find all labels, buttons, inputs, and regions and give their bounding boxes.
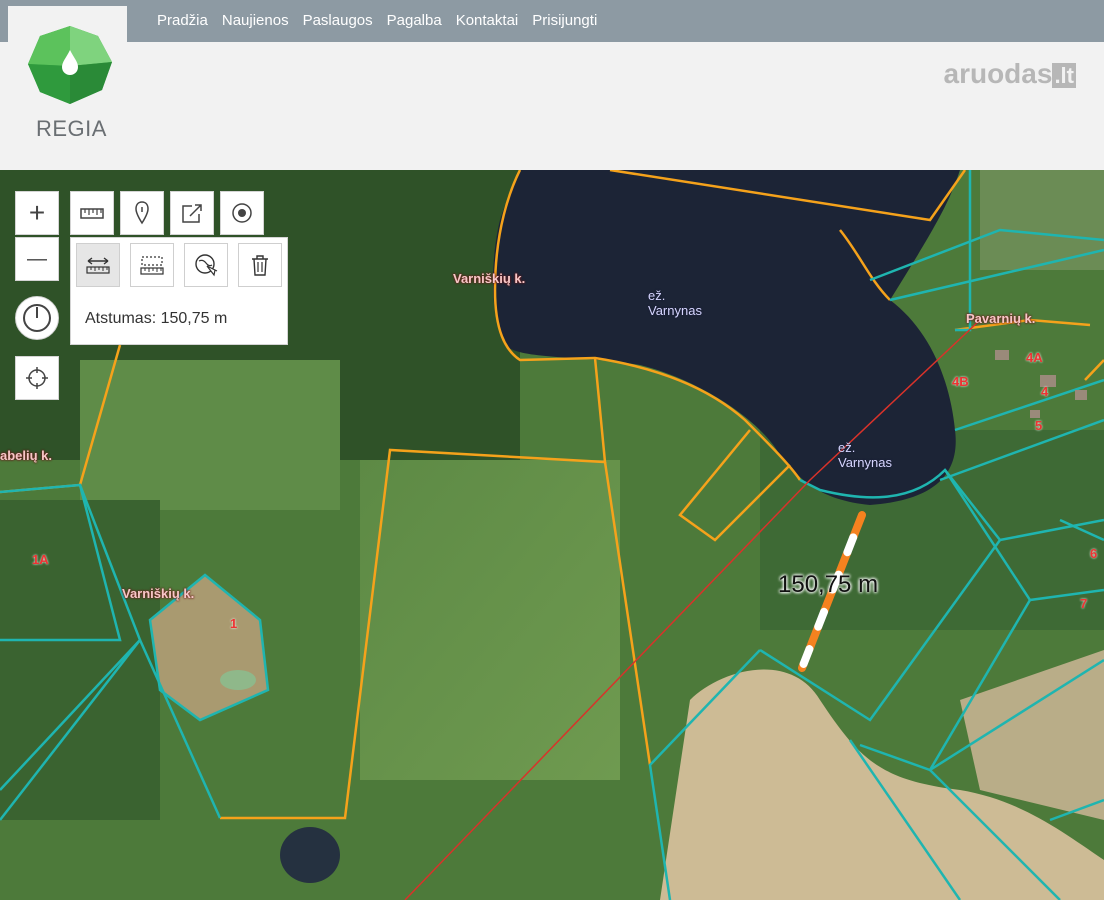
plus-icon: + [28, 197, 46, 228]
clear-measure-icon [195, 254, 218, 277]
measure-distance-label: 150,75 m [778, 571, 879, 598]
trash-icon [252, 255, 268, 276]
clear-measure-button[interactable] [184, 243, 228, 287]
parcel-number: 4 [1041, 384, 1049, 399]
marker-tool-button[interactable] [120, 191, 164, 235]
village-label-abeliu: abelių k. [0, 448, 53, 463]
distance-readout: Atstumas: 150,75 m [85, 310, 228, 327]
target-icon [232, 203, 252, 223]
share-button[interactable] [170, 191, 214, 235]
aruodas-watermark[interactable]: aruodas.lt [943, 58, 1076, 90]
nav-pagalba[interactable]: Pagalba [380, 2, 449, 40]
village-label-pavarniu: Pavarnių k. [966, 311, 1036, 326]
lake-label-2: ež. Varnynas [838, 440, 892, 470]
parcel-number: 7 [1080, 596, 1088, 611]
quarry-pond [220, 670, 256, 690]
compass-icon [23, 304, 51, 332]
pond-south [280, 827, 340, 883]
field-west [80, 360, 340, 510]
aruodas-text: aruodas [943, 58, 1053, 89]
village-label-varniskiu-2: Varniškių k. [122, 586, 195, 601]
target-button[interactable] [220, 191, 264, 235]
nav-paslaugos[interactable]: Paslaugos [296, 2, 380, 40]
measure-panel: Atstumas: 150,75 m [70, 237, 288, 345]
measure-tool-button[interactable] [70, 191, 114, 235]
nav-kontaktai[interactable]: Kontaktai [449, 2, 526, 40]
brand-name: REGIA [36, 116, 107, 141]
area-icon [140, 256, 164, 275]
main-menu: Pradžia Naujienos Paslaugos Pagalba Kont… [150, 0, 604, 42]
lake-label-2-prefix: ež. [838, 440, 856, 455]
parcel-number: 4A [1026, 350, 1043, 365]
measure-distance-button[interactable] [76, 243, 120, 287]
nav-prisijungti[interactable]: Prisijungti [525, 2, 604, 40]
lake-label-1-prefix: ež. [648, 288, 666, 303]
locate-button[interactable] [15, 356, 59, 400]
parcel-number: 5 [1035, 418, 1043, 433]
parcel-number: 1 [230, 616, 238, 631]
lake-label-2-name: Varnynas [838, 455, 892, 470]
ruler-icon [80, 208, 104, 219]
zoom-out-button[interactable]: — [15, 237, 59, 281]
parcel-number: 6 [1090, 546, 1098, 561]
parcel-number: 1A [32, 552, 49, 567]
lake-label-1: ež. Varnynas [648, 288, 702, 318]
field-center [360, 460, 620, 780]
aruodas-suffix: .lt [1052, 63, 1076, 88]
parcel-number: 4B [952, 374, 969, 389]
measure-area-button[interactable] [130, 243, 174, 287]
regia-logo-icon [28, 26, 112, 104]
top-navigation: Pradžia Naujienos Paslaugos Pagalba Kont… [0, 0, 1104, 42]
nav-pradzia[interactable]: Pradžia [150, 2, 215, 40]
forest-southwest [0, 500, 160, 820]
pin-icon [135, 201, 149, 225]
lake-label-1-name: Varnynas [648, 303, 702, 318]
compass-button[interactable] [15, 296, 59, 340]
distance-icon [86, 257, 110, 274]
delete-measure-button[interactable] [238, 243, 282, 287]
nav-naujienos[interactable]: Naujienos [215, 2, 296, 40]
village-label-varniskiu: Varniškių k. [453, 271, 526, 286]
share-icon [182, 204, 202, 223]
header [0, 42, 1104, 170]
locate-icon [26, 367, 48, 389]
minus-icon: — [27, 248, 47, 270]
zoom-in-button[interactable]: + [15, 191, 59, 235]
